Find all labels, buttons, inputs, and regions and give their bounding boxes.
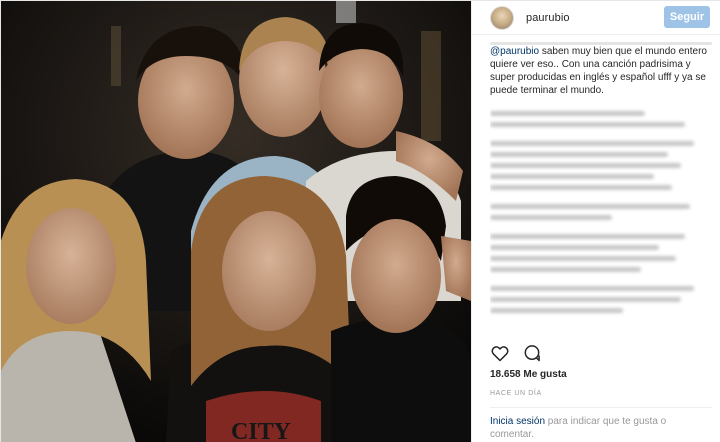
blurred-comments: [490, 111, 712, 313]
avatar[interactable]: [490, 5, 514, 30]
post-actions: [490, 341, 712, 365]
login-prompt: Inicia sesión para indicar que te gusta …: [490, 415, 712, 441]
comment-icon[interactable]: [522, 343, 542, 363]
follow-button[interactable]: Seguir: [664, 6, 710, 28]
clipped-line: [490, 37, 712, 45]
caption-mention-link[interactable]: @paurubio: [490, 46, 539, 57]
likes-count[interactable]: 18.658 Me gusta: [490, 369, 567, 380]
comments-area[interactable]: @paurubio saben muy bien que el mundo en…: [490, 37, 712, 327]
heart-icon[interactable]: [490, 343, 510, 363]
group-photo-illustration: CITY: [1, 1, 471, 442]
login-link[interactable]: Inicia sesión: [490, 416, 545, 427]
post-timestamp[interactable]: HACE UN DÍA: [490, 390, 542, 397]
divider: [490, 407, 712, 408]
username-link[interactable]: paurubio: [526, 12, 570, 24]
post-sidebar: paurubio Seguir @paurubio saben muy bien…: [471, 1, 720, 442]
post-header: paurubio Seguir: [472, 1, 720, 35]
caption-text: @paurubio saben muy bien que el mundo en…: [490, 45, 712, 97]
instagram-post: CITY paurubio Seguir @paurubio saben muy…: [0, 0, 720, 442]
post-photo[interactable]: CITY: [1, 1, 471, 442]
